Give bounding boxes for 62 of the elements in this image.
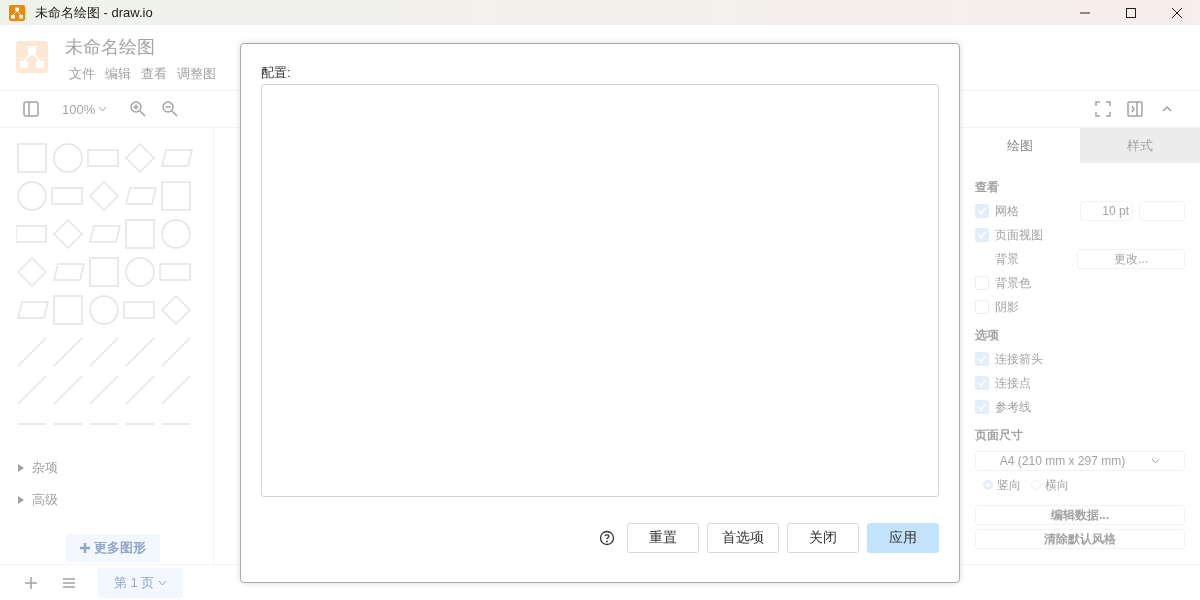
checkmark-icon: [977, 206, 987, 216]
menu-item[interactable]: 调整图: [177, 65, 216, 83]
page-tab[interactable]: 第 1 页: [98, 567, 184, 598]
menu-item[interactable]: 文件: [69, 65, 95, 83]
orientation-radio[interactable]: 横向: [1031, 476, 1069, 494]
background-label: 背景: [994, 250, 1020, 268]
help-icon[interactable]: [599, 530, 615, 546]
dialog-button[interactable]: 首选项: [707, 523, 779, 553]
option-label: 参考线: [995, 398, 1032, 416]
checkmark-icon: [977, 378, 987, 388]
caret-icon: [1151, 458, 1161, 464]
diagram-title[interactable]: 未命名绘图: [65, 35, 216, 59]
orientation-radio[interactable]: 竖向: [983, 476, 1021, 494]
checkbox[interactable]: [975, 352, 989, 366]
dialog-button[interactable]: 应用: [867, 523, 939, 553]
plus-icon: [80, 543, 90, 553]
app-logo: [16, 39, 48, 75]
sidebar-section[interactable]: 杂项: [18, 452, 213, 484]
expand-arrow-icon: [18, 496, 24, 504]
more-shapes-button[interactable]: 更多图形: [66, 534, 160, 562]
configuration-field[interactable]: [261, 84, 939, 497]
app-logo: [9, 4, 25, 21]
configuration-label: 配置:: [261, 64, 292, 82]
fullscreen-icon[interactable]: [1094, 100, 1112, 118]
panel-button[interactable]: 编辑数据...: [975, 505, 1185, 525]
dialog-button[interactable]: 重置: [627, 523, 699, 553]
menu-item[interactable]: 编辑: [105, 65, 131, 83]
maximize-icon[interactable]: [1126, 7, 1136, 18]
page-size-dropdown[interactable]: A4 (210 mm x 297 mm): [975, 451, 1185, 471]
option-label: 阴影: [995, 298, 1020, 316]
zoom-out-icon[interactable]: [161, 100, 180, 118]
checkbox[interactable]: [975, 376, 989, 390]
section-heading: 页面尺寸: [975, 427, 1024, 444]
expand-arrow-icon: [18, 464, 24, 472]
window-title: 未命名绘图 - draw.io: [35, 3, 154, 22]
grid-size-field[interactable]: 10 pt: [1080, 201, 1133, 221]
checkbox[interactable]: [975, 204, 989, 218]
checkbox[interactable]: [975, 228, 989, 242]
zoom-dropdown[interactable]: 100%: [54, 101, 116, 117]
option-label: 页面视图: [995, 226, 1044, 244]
option-label: 连接箭头: [995, 350, 1044, 368]
caret-icon: [158, 579, 168, 586]
zoom-in-icon[interactable]: [129, 100, 148, 118]
option-label: 连接点: [995, 374, 1032, 392]
checkmark-icon: [977, 354, 987, 364]
grid-label: 网格: [995, 202, 1020, 220]
sidebar-section[interactable]: 高级: [18, 484, 213, 516]
panel-toggle-icon[interactable]: [1126, 100, 1144, 118]
option-label: 背景色: [995, 274, 1032, 292]
panel-button[interactable]: 清除默认风格: [975, 529, 1185, 549]
close-icon[interactable]: [1172, 7, 1182, 18]
dialog-button[interactable]: 关闭: [787, 523, 859, 553]
menu-item[interactable]: 查看: [141, 65, 167, 83]
section-heading: 查看: [975, 179, 1000, 196]
panel-tab[interactable]: 样式: [1080, 128, 1200, 163]
section-heading: 选项: [975, 327, 1000, 344]
checkbox[interactable]: [975, 400, 989, 414]
caret-icon: [98, 106, 108, 112]
checkmark-icon: [977, 402, 987, 412]
change-button[interactable]: 更改...: [1077, 249, 1185, 269]
checkmark-icon: [977, 230, 987, 240]
sidebar-toggle-icon[interactable]: [22, 100, 40, 118]
